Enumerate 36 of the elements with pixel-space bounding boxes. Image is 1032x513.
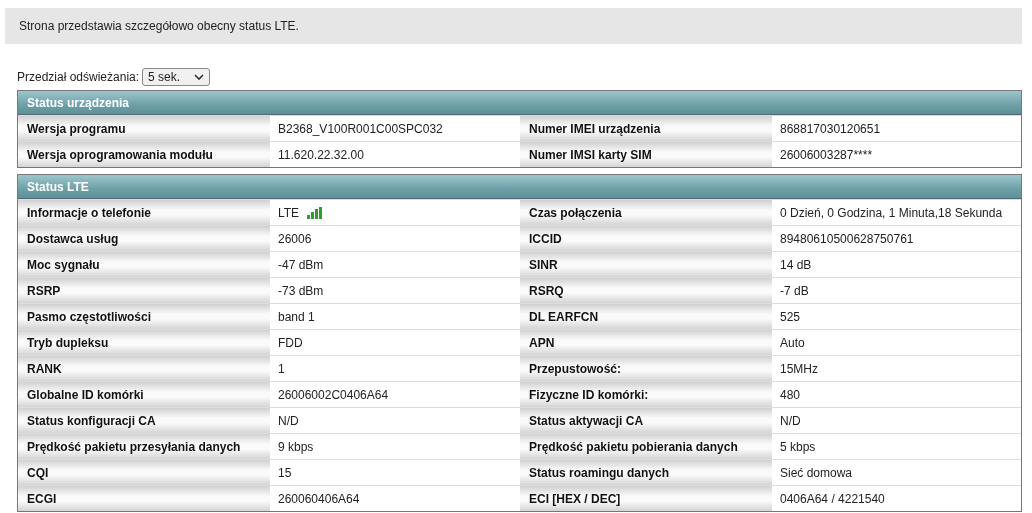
field-label: RSRP [18, 278, 270, 303]
field-label: DL EARFCN [520, 304, 772, 329]
field-label: Czas połączenia [520, 200, 772, 225]
field-label: Wersja oprogramowania modułu [18, 142, 270, 167]
field-label: Wersja programu [18, 116, 270, 141]
field-label: Status konfiguracji CA [18, 408, 270, 433]
field-label: ICCID [520, 226, 772, 251]
field-label: ECI [HEX / DEC] [520, 486, 772, 511]
refresh-label: Przedział odświeżania: [17, 70, 140, 84]
field-label: Dostawca usług [18, 226, 270, 251]
field-label: RSRQ [520, 278, 772, 303]
field-label: Informacje o telefonie [18, 200, 270, 225]
field-label: Pasmo częstotliwości [18, 304, 270, 329]
field-label: ECGI [18, 486, 270, 511]
field-label: Status aktywacji CA [520, 408, 772, 433]
field-label: APN [520, 330, 772, 355]
section-header: Status urządzenia [18, 91, 1021, 115]
field-label: Globalne ID komórki [18, 382, 270, 407]
field-label: SINR [520, 252, 772, 277]
field-label: RANK [18, 356, 270, 381]
field-label: Status roamingu danych [520, 460, 772, 485]
refresh-select[interactable]: 5 sek. [142, 68, 211, 86]
field-label: Prędkość pakietu pobierania danych [520, 434, 772, 459]
field-label: Numer IMSI karty SIM [520, 142, 772, 167]
field-label: Moc sygnału [18, 252, 270, 277]
field-value: LTE [278, 205, 300, 220]
chevron-down-icon [194, 73, 205, 81]
field-label: Prędkość pakietu przesyłania danych [18, 434, 270, 459]
banner-text: Strona przedstawia szczegółowo obecny status LTE. [19, 19, 299, 33]
signal-bars-icon [307, 206, 323, 219]
field-label: Numer IMEI urządzenia [520, 116, 772, 141]
field-label: Fizyczne ID komórki: [520, 382, 772, 407]
section-header: Status LTE [18, 175, 1021, 199]
field-label: Tryb dupleksu [18, 330, 270, 355]
field-label: CQI [18, 460, 270, 485]
field-label: Przepustowość: [520, 356, 772, 381]
